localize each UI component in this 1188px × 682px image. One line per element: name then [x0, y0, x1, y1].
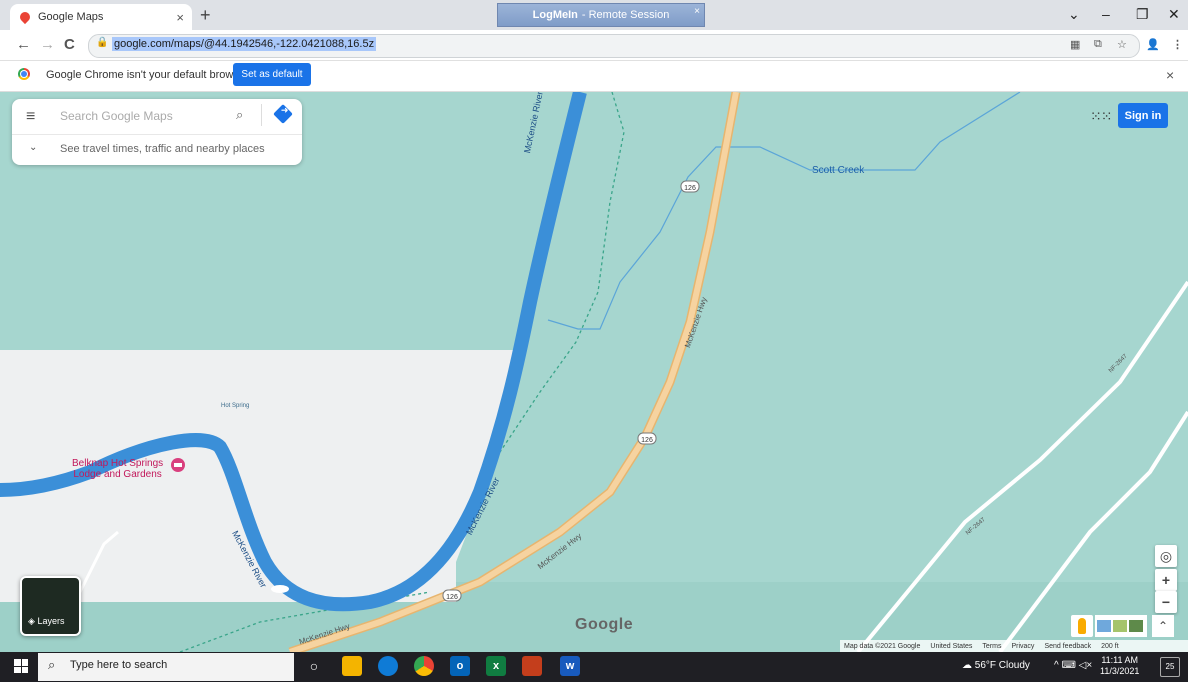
- pegman-icon[interactable]: [1071, 615, 1093, 637]
- weather-widget[interactable]: ☁ 56°F Cloudy: [962, 660, 1030, 671]
- google-logo: Google: [575, 616, 634, 633]
- set-as-default-button[interactable]: Set as default: [233, 63, 311, 86]
- infobar-close-icon[interactable]: ×: [1166, 67, 1174, 83]
- hotel-marker-icon: [171, 458, 185, 472]
- scott-creek-label: Scott Creek: [812, 165, 865, 176]
- chevron-up-icon[interactable]: ⌃: [1152, 615, 1174, 637]
- my-location-icon[interactable]: ◎: [1155, 545, 1177, 567]
- google-apps-icon[interactable]: ⁙⁙: [1090, 108, 1112, 125]
- infobar-message: Google Chrome isn't your default browser: [46, 69, 249, 81]
- zoom-out-button[interactable]: −: [1155, 591, 1177, 613]
- word-icon[interactable]: w: [560, 656, 580, 676]
- taskbar-search-text[interactable]: Type here to search: [70, 659, 167, 671]
- lock-icon[interactable]: 🔒: [96, 37, 108, 48]
- forward-button[interactable]: →: [40, 36, 55, 53]
- media-player-icon[interactable]: [522, 656, 542, 676]
- map-graphics: 126 126 126: [0, 92, 1188, 652]
- weather-text: 56°F Cloudy: [974, 660, 1030, 671]
- thumbnail-3[interactable]: [1129, 620, 1143, 632]
- back-button[interactable]: ←: [16, 36, 31, 53]
- send-feedback-link[interactable]: Send feedback: [1044, 643, 1091, 650]
- minimize-button[interactable]: –: [1102, 6, 1110, 22]
- search-input[interactable]: [58, 106, 232, 126]
- new-tab-button[interactable]: +: [200, 5, 211, 26]
- layers-icon: ◈: [28, 616, 35, 626]
- search-panel-divider: [12, 134, 302, 135]
- thumbnail-1[interactable]: [1097, 620, 1111, 632]
- river-island: [271, 585, 289, 593]
- session-text: - Remote Session: [581, 9, 670, 21]
- layers-button[interactable]: [20, 576, 81, 636]
- scale-bar[interactable]: 200 ft: [1101, 643, 1119, 650]
- map-canvas[interactable]: 126 126 126 McKenzie River McKenzie Rive…: [0, 92, 1188, 652]
- belknap-poi-label[interactable]: Belknap Hot Springs Lodge and Gardens: [72, 458, 163, 480]
- search-icon[interactable]: ⌕: [236, 107, 243, 123]
- reload-button[interactable]: C: [64, 36, 75, 53]
- outlook-icon[interactable]: o: [450, 656, 470, 676]
- clock-date: 11/3/2021: [1100, 666, 1140, 676]
- share-icon[interactable]: ⧉: [1094, 38, 1102, 51]
- tab-google-maps[interactable]: Google Maps ×: [10, 4, 192, 30]
- chevron-down-icon[interactable]: ⌄: [29, 142, 37, 153]
- route-126-label-south: 126: [446, 594, 458, 601]
- system-tray-icons[interactable]: ^ ⌨ ◁×: [1054, 660, 1092, 671]
- route-126-label-north: 126: [684, 185, 696, 192]
- tab-close-icon[interactable]: ×: [176, 10, 184, 25]
- file-explorer-icon[interactable]: [342, 656, 362, 676]
- imagery-thumbnails[interactable]: [1095, 615, 1147, 637]
- windows-start-icon[interactable]: [14, 659, 28, 673]
- close-window-button[interactable]: ✕: [1168, 6, 1180, 23]
- sign-in-button[interactable]: Sign in: [1118, 103, 1168, 128]
- belknap-label-line2: Lodge and Gardens: [73, 469, 162, 480]
- route-126-label-middle: 126: [641, 437, 653, 444]
- tab-title: Google Maps: [38, 11, 104, 23]
- region-link[interactable]: United States: [930, 643, 972, 650]
- edge-icon[interactable]: [378, 656, 398, 676]
- hot-spring-label: Hot Spring: [221, 403, 250, 409]
- search-divider: [261, 104, 262, 126]
- route-126-shield-north: 126: [680, 180, 700, 193]
- chrome-taskbar-icon[interactable]: [414, 656, 434, 676]
- tab-search-icon[interactable]: ⌄: [1068, 6, 1080, 23]
- map-footer: Map data ©2021 Google United States Term…: [840, 640, 1188, 652]
- scott-creek-stream: [547, 92, 1021, 330]
- thumbnail-2[interactable]: [1113, 620, 1127, 632]
- taskbar-clock[interactable]: 11:11 AM 11/3/2021: [1100, 655, 1139, 677]
- maps-favicon-icon: [17, 9, 33, 25]
- clock-time: 11:11 AM: [1101, 655, 1139, 665]
- privacy-link[interactable]: Privacy: [1011, 643, 1034, 650]
- restore-button[interactable]: ❐: [1136, 6, 1149, 23]
- chrome-menu-icon[interactable]: ⋮: [1172, 38, 1183, 51]
- excel-icon[interactable]: x: [486, 656, 506, 676]
- url-text[interactable]: google.com/maps/@44.1942546,-122.0421088…: [112, 37, 377, 51]
- terms-link[interactable]: Terms: [982, 643, 1001, 650]
- qr-code-icon[interactable]: ▦: [1070, 38, 1080, 51]
- travel-times-link[interactable]: See travel times, traffic and nearby pla…: [60, 143, 265, 155]
- remote-session-banner: LogMeIn - Remote Session ×: [497, 3, 705, 27]
- zoom-in-button[interactable]: +: [1155, 569, 1177, 591]
- cortana-icon[interactable]: ○: [304, 656, 324, 676]
- route-126-shield-south: 126: [442, 589, 462, 602]
- chrome-logo-icon: [18, 68, 30, 80]
- session-app-name: LogMeIn: [532, 9, 578, 21]
- hamburger-menu-icon[interactable]: ≡: [26, 108, 35, 126]
- profile-icon[interactable]: 👤: [1146, 38, 1160, 51]
- bookmark-star-icon[interactable]: ☆: [1117, 38, 1127, 51]
- taskbar-search-icon: ⌕: [48, 657, 56, 672]
- layers-label: ◈ Layers: [28, 616, 65, 626]
- notification-center-icon[interactable]: 25: [1160, 657, 1180, 677]
- route-126-shield-middle: 126: [637, 432, 657, 445]
- belknap-label-line1: Belknap Hot Springs: [72, 458, 164, 469]
- session-close-icon[interactable]: ×: [694, 6, 700, 17]
- map-data-credit: Map data ©2021 Google: [844, 642, 921, 650]
- cloud-icon: ☁: [962, 660, 972, 671]
